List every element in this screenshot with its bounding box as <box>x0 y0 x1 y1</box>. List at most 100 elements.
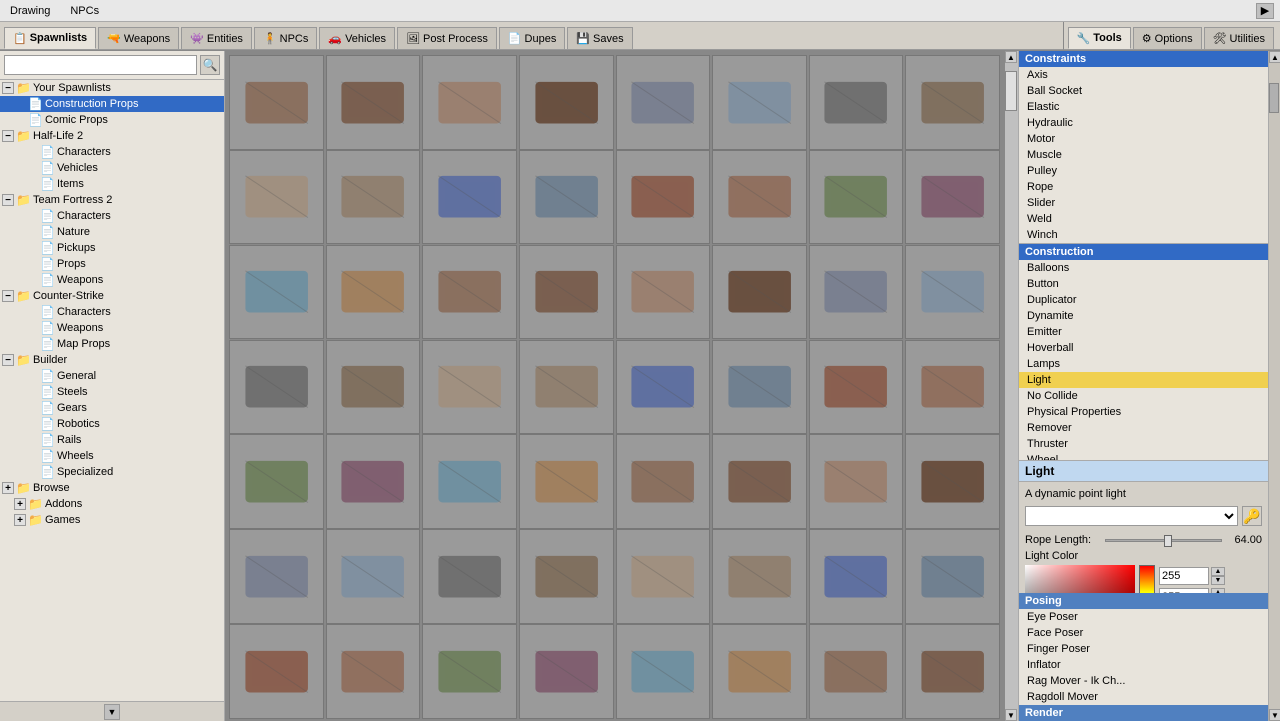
light-key-icon[interactable]: 🔑 <box>1242 506 1262 526</box>
prop-item[interactable] <box>422 245 517 340</box>
light-dropdown[interactable] <box>1025 506 1238 526</box>
tree-item-builder-rails[interactable]: 📄Rails <box>0 432 224 448</box>
constraint-item-ball-socket[interactable]: Ball Socket <box>1019 83 1268 99</box>
construction-item-no-collide[interactable]: No Collide <box>1019 388 1268 404</box>
prop-item[interactable] <box>809 55 904 150</box>
posing-item-rag-mover---ik-ch...[interactable]: Rag Mover - Ik Ch... <box>1019 673 1268 689</box>
tree-toggle-games[interactable]: + <box>14 514 26 526</box>
prop-item[interactable] <box>326 150 421 245</box>
prop-item[interactable] <box>616 624 711 719</box>
construction-item-lamps[interactable]: Lamps <box>1019 356 1268 372</box>
tree-item-comic-props[interactable]: 📄Comic Props <box>0 112 224 128</box>
tree-item-builder-robotics[interactable]: 📄Robotics <box>0 416 224 432</box>
tree-item-builder[interactable]: −📁Builder <box>0 352 224 368</box>
tree-item-browse[interactable]: +📁Browse <box>0 480 224 496</box>
constraint-item-slider[interactable]: Slider <box>1019 195 1268 211</box>
posing-item-finger-poser[interactable]: Finger Poser <box>1019 641 1268 657</box>
tree-toggle-builder[interactable]: − <box>2 354 14 366</box>
prop-item[interactable] <box>809 340 904 435</box>
constraint-item-muscle[interactable]: Muscle <box>1019 147 1268 163</box>
prop-item[interactable] <box>229 434 324 529</box>
prop-item[interactable] <box>616 150 711 245</box>
tree-toggle-team-fortress-2[interactable]: − <box>2 194 14 206</box>
prop-item[interactable] <box>422 150 517 245</box>
construction-item-hoverball[interactable]: Hoverball <box>1019 340 1268 356</box>
prop-item[interactable] <box>616 245 711 340</box>
prop-item[interactable] <box>809 529 904 624</box>
prop-item[interactable] <box>229 245 324 340</box>
tree-item-addons[interactable]: +📁Addons <box>0 496 224 512</box>
prop-item[interactable] <box>422 529 517 624</box>
tree-item-builder-specialized[interactable]: 📄Specialized <box>0 464 224 480</box>
constraint-item-motor[interactable]: Motor <box>1019 131 1268 147</box>
prop-item[interactable] <box>519 245 614 340</box>
posing-item-face-poser[interactable]: Face Poser <box>1019 625 1268 641</box>
tab-utilities[interactable]: 🛠 Utilities <box>1204 27 1274 49</box>
prop-item[interactable] <box>229 150 324 245</box>
tab-options[interactable]: ⚙ Options <box>1133 27 1202 49</box>
center-scrollbar[interactable]: ▲ ▼ <box>1004 51 1018 721</box>
tab-vehicles[interactable]: 🚗 Vehicles <box>319 27 395 49</box>
color-hue-bar[interactable] <box>1139 565 1155 593</box>
tree-item-tf2-weapons[interactable]: 📄Weapons <box>0 272 224 288</box>
posing-item-ragdoll-mover[interactable]: Ragdoll Mover <box>1019 689 1268 705</box>
rgb-r-input[interactable] <box>1159 567 1209 585</box>
prop-item[interactable] <box>422 55 517 150</box>
prop-item[interactable] <box>712 434 807 529</box>
prop-item[interactable] <box>422 434 517 529</box>
prop-item[interactable] <box>519 150 614 245</box>
scroll-down-button[interactable]: ▼ <box>104 704 120 720</box>
right-scrollbar[interactable]: ▲ ▼ <box>1268 51 1280 721</box>
prop-item[interactable] <box>712 624 807 719</box>
right-scroll-up[interactable]: ▲ <box>1269 51 1280 63</box>
prop-item[interactable] <box>905 340 1000 435</box>
prop-item[interactable] <box>809 245 904 340</box>
grid-scroll-up[interactable]: ▲ <box>1005 51 1017 63</box>
posing-item-inflator[interactable]: Inflator <box>1019 657 1268 673</box>
rgb-r-down[interactable]: ▼ <box>1211 576 1225 585</box>
rope-length-slider[interactable] <box>1105 534 1222 546</box>
prop-item[interactable] <box>519 529 614 624</box>
prop-item[interactable] <box>905 434 1000 529</box>
constraint-item-hydraulic[interactable]: Hydraulic <box>1019 115 1268 131</box>
construction-item-light[interactable]: Light <box>1019 372 1268 388</box>
prop-item[interactable] <box>905 245 1000 340</box>
tab-entities[interactable]: 👾 Entities <box>181 27 252 49</box>
constraint-item-axis[interactable]: Axis <box>1019 67 1268 83</box>
tree-item-builder-wheels[interactable]: 📄Wheels <box>0 448 224 464</box>
tab-spawnlists[interactable]: 📋 Spawnlists <box>4 27 96 49</box>
tree-toggle-half-life-2[interactable]: − <box>2 130 14 142</box>
constraint-item-elastic[interactable]: Elastic <box>1019 99 1268 115</box>
construction-item-duplicator[interactable]: Duplicator <box>1019 292 1268 308</box>
tree-item-team-fortress-2[interactable]: −📁Team Fortress 2 <box>0 192 224 208</box>
prop-item[interactable] <box>712 529 807 624</box>
prop-item[interactable] <box>519 55 614 150</box>
tab-weapons[interactable]: 🔫 Weapons <box>98 27 179 49</box>
tree-toggle-your-spawnlists[interactable]: − <box>2 82 14 94</box>
prop-item[interactable] <box>809 150 904 245</box>
prop-item[interactable] <box>616 55 711 150</box>
menu-npcs[interactable]: NPCs <box>66 3 103 19</box>
tree-item-tf2-characters[interactable]: 📄Characters <box>0 208 224 224</box>
tree-item-construction-props[interactable]: 📄Construction Props <box>0 96 224 112</box>
prop-item[interactable] <box>905 150 1000 245</box>
prop-item[interactable] <box>712 55 807 150</box>
tree-item-hl2-vehicles[interactable]: 📄Vehicles <box>0 160 224 176</box>
tree-item-your-spawnlists[interactable]: −📁Your Spawnlists <box>0 80 224 96</box>
tab-saves[interactable]: 💾 Saves <box>567 27 632 49</box>
tree-item-builder-general[interactable]: 📄General <box>0 368 224 384</box>
construction-item-balloons[interactable]: Balloons <box>1019 260 1268 276</box>
prop-item[interactable] <box>519 340 614 435</box>
construction-item-remover[interactable]: Remover <box>1019 420 1268 436</box>
tree-item-counter-strike[interactable]: −📁Counter-Strike <box>0 288 224 304</box>
tree-item-tf2-props[interactable]: 📄Props <box>0 256 224 272</box>
tree-toggle-browse[interactable]: + <box>2 482 14 494</box>
prop-item[interactable] <box>326 529 421 624</box>
prop-item[interactable] <box>809 434 904 529</box>
tree-item-half-life-2[interactable]: −📁Half-Life 2 <box>0 128 224 144</box>
grid-scroll-down[interactable]: ▼ <box>1005 709 1017 721</box>
rope-length-thumb[interactable] <box>1164 535 1172 547</box>
prop-item[interactable] <box>326 55 421 150</box>
prop-item[interactable] <box>616 434 711 529</box>
search-button[interactable]: 🔍 <box>200 55 220 75</box>
